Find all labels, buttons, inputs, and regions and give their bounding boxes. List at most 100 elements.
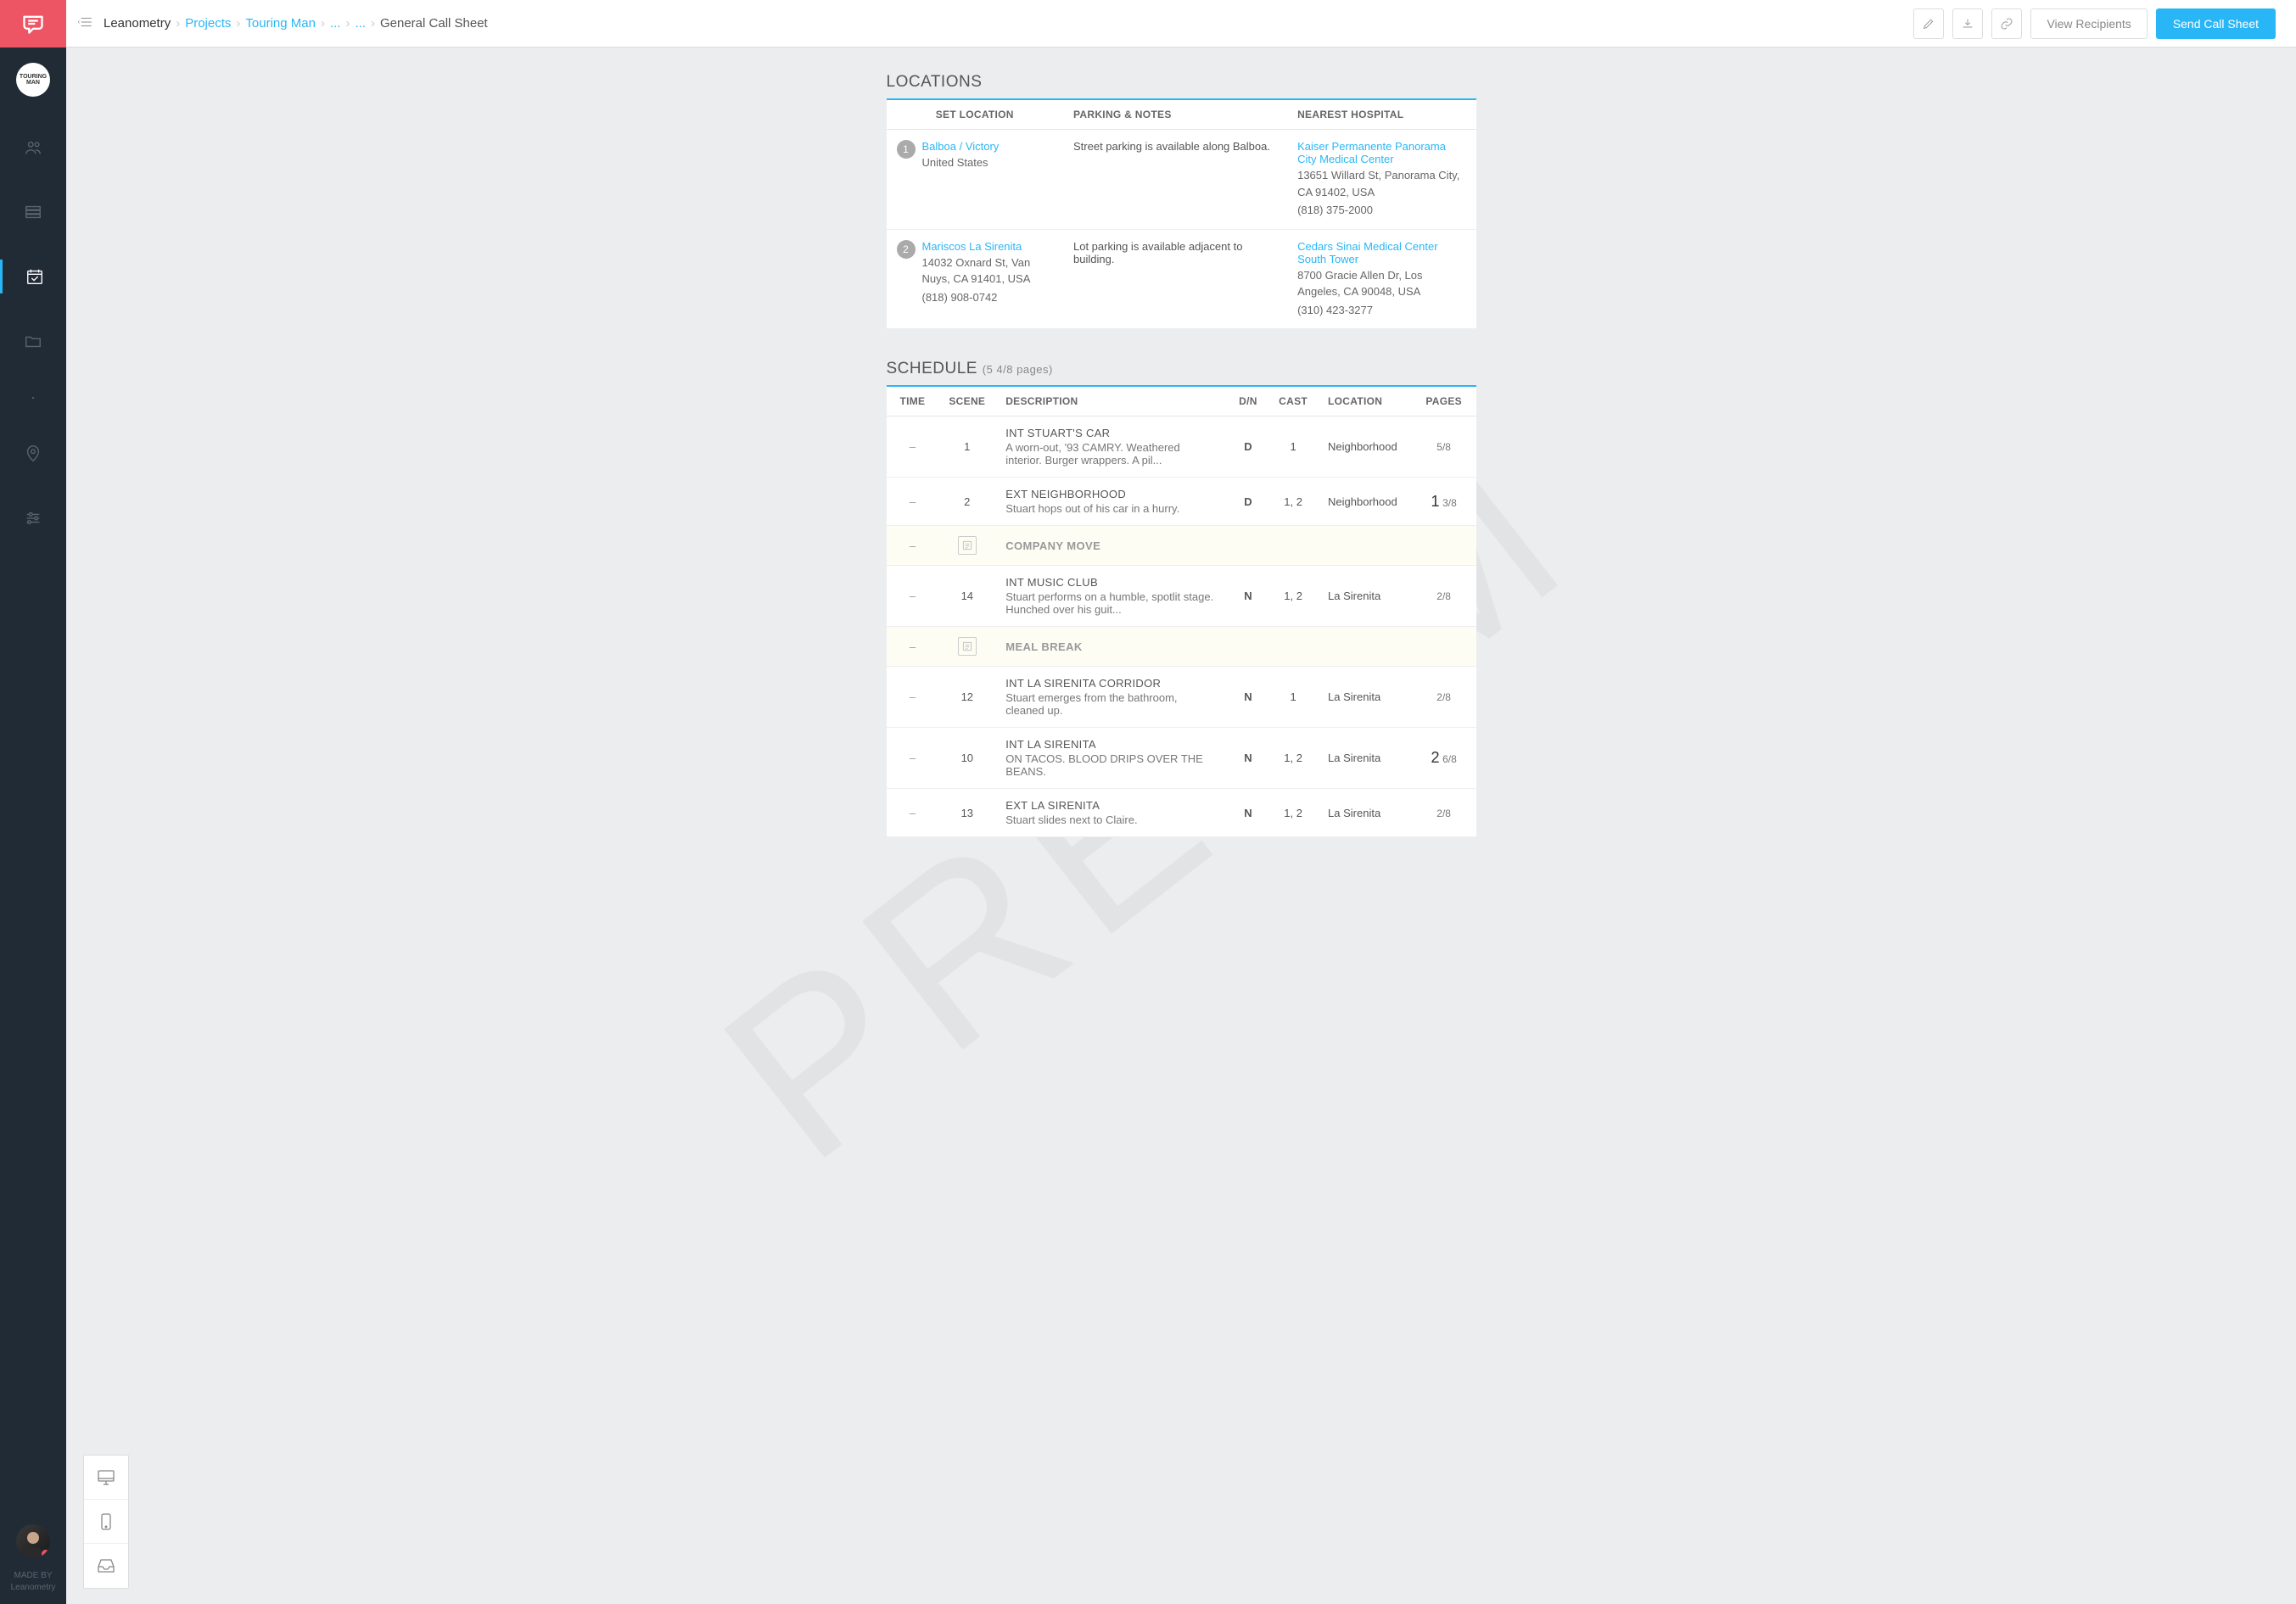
scene-time: – <box>887 667 939 728</box>
col-hospital: NEAREST HOSPITAL <box>1287 99 1476 130</box>
sidebar-item-locations[interactable] <box>0 437 66 471</box>
location-address: United States <box>922 154 1054 171</box>
breadcrumb-project[interactable]: Touring Man <box>245 16 316 31</box>
scene-cast: 1, 2 <box>1268 789 1318 837</box>
send-call-sheet-button[interactable]: Send Call Sheet <box>2156 8 2276 39</box>
breadcrumb-current: General Call Sheet <box>380 16 488 31</box>
breadcrumb-ellipsis[interactable]: ... <box>355 16 366 31</box>
chevron-right-icon: › <box>371 16 375 31</box>
topbar: Leanometry › Projects › Touring Man › ..… <box>66 0 2296 48</box>
scene-dn: D <box>1228 478 1268 526</box>
share-link-button[interactable] <box>1991 8 2022 39</box>
breadcrumb-root: Leanometry <box>104 16 171 31</box>
scene-title: INT LA SIRENITA <box>1005 738 1218 751</box>
edit-button[interactable] <box>1913 8 1944 39</box>
location-row: 2 Mariscos La Sirenita 14032 Oxnard St, … <box>887 229 1476 329</box>
people-icon <box>24 138 42 157</box>
avatar-image <box>16 1524 50 1558</box>
view-recipients-button[interactable]: View Recipients <box>2030 8 2147 39</box>
location-row: 1 Balboa / Victory United States Street … <box>887 130 1476 230</box>
scene-dn: N <box>1228 566 1268 627</box>
user-avatar[interactable] <box>16 1524 50 1558</box>
chevron-right-icon: › <box>321 16 325 31</box>
schedule-table: TIME SCENE DESCRIPTION D/N CAST LOCATION… <box>887 385 1476 837</box>
col-cast: CAST <box>1268 386 1318 416</box>
scene-description: A worn-out, '93 CAMRY. Weathered interio… <box>1005 441 1218 467</box>
sliders-icon <box>24 509 42 528</box>
col-parking: PARKING & NOTES <box>1063 99 1287 130</box>
breadcrumb-projects[interactable]: Projects <box>185 16 231 31</box>
sidebar: TOURING MAN · MADE BY Leanometry <box>0 48 66 1604</box>
view-desktop-button[interactable] <box>84 1456 128 1500</box>
scene-number: 2 <box>938 478 995 526</box>
scene-number: 1 <box>938 416 995 478</box>
sidebar-item-files[interactable] <box>0 324 66 358</box>
schedule-row: – 1 INT STUART'S CAR A worn-out, '93 CAM… <box>887 416 1476 478</box>
sidebar-item-breakdown[interactable] <box>0 195 66 229</box>
location-number-badge: 1 <box>897 140 916 159</box>
break-time: – <box>887 526 939 566</box>
col-set-location: SET LOCATION <box>887 99 1064 130</box>
scene-cast: 1 <box>1268 416 1318 478</box>
sidebar-item-settings[interactable] <box>0 501 66 535</box>
col-description: DESCRIPTION <box>995 386 1228 416</box>
scene-dn: N <box>1228 789 1268 837</box>
sidebar-item-contacts[interactable] <box>0 131 66 165</box>
scene-location: La Sirenita <box>1318 667 1412 728</box>
break-time: – <box>887 627 939 667</box>
scene-location: La Sirenita <box>1318 566 1412 627</box>
scene-cast: 1, 2 <box>1268 728 1318 789</box>
link-icon <box>2000 17 2013 31</box>
scene-pages: 2 6/8 <box>1412 728 1476 789</box>
location-address: 14032 Oxnard St, Van Nuys, CA 91401, USA <box>922 254 1054 288</box>
location-name-link[interactable]: Mariscos La Sirenita <box>922 240 1054 253</box>
view-inbox-button[interactable] <box>84 1544 128 1588</box>
schedule-row: – 12 INT LA SIRENITA CORRIDOR Stuart eme… <box>887 667 1476 728</box>
sidebar-separator: · <box>0 388 66 406</box>
schedule-row: – 14 INT MUSIC CLUB Stuart performs on a… <box>887 566 1476 627</box>
scene-title: EXT LA SIRENITA <box>1005 799 1218 812</box>
pin-icon <box>24 444 42 463</box>
chevron-right-icon: › <box>236 16 240 31</box>
made-by-label: MADE BY Leanometry <box>11 1570 56 1594</box>
scene-number: 10 <box>938 728 995 789</box>
view-mobile-button[interactable] <box>84 1500 128 1544</box>
col-dn: D/N <box>1228 386 1268 416</box>
chevron-right-icon: › <box>176 16 180 31</box>
sidebar-item-calendar[interactable] <box>0 260 66 293</box>
scene-dn: D <box>1228 416 1268 478</box>
scene-location: Neighborhood <box>1318 416 1412 478</box>
scene-time: – <box>887 416 939 478</box>
hospital-name-link[interactable]: Kaiser Permanente Panorama City Medical … <box>1297 140 1465 165</box>
scene-description: Stuart performs on a humble, spotlit sta… <box>1005 590 1218 616</box>
location-parking: Lot parking is available adjacent to bui… <box>1063 229 1287 329</box>
breadcrumb-ellipsis[interactable]: ... <box>330 16 341 31</box>
location-name-link[interactable]: Balboa / Victory <box>922 140 1054 153</box>
scene-title: INT MUSIC CLUB <box>1005 576 1218 589</box>
scene-pages: 5/8 <box>1412 416 1476 478</box>
chevron-right-icon: › <box>345 16 350 31</box>
app-logo[interactable] <box>0 0 66 48</box>
scene-number: 13 <box>938 789 995 837</box>
download-button[interactable] <box>1952 8 1983 39</box>
schedule-row: – 13 EXT LA SIRENITA Stuart slides next … <box>887 789 1476 837</box>
schedule-row: – 2 EXT NEIGHBORHOOD Stuart hops out of … <box>887 478 1476 526</box>
scene-location: La Sirenita <box>1318 728 1412 789</box>
location-parking: Street parking is available along Balboa… <box>1063 130 1287 230</box>
locations-table: SET LOCATION PARKING & NOTES NEAREST HOS… <box>887 98 1476 329</box>
calendar-check-icon <box>25 267 44 286</box>
project-avatar[interactable]: TOURING MAN <box>16 63 50 97</box>
break-icon-cell <box>938 627 995 667</box>
schedule-header: SCHEDULE (5 4/8 pages) <box>887 360 1476 378</box>
hospital-phone: (310) 423-3277 <box>1297 302 1465 319</box>
view-mode-switcher <box>83 1455 129 1589</box>
schedule-break-row: – COMPANY MOVE <box>887 526 1476 566</box>
scene-description: ON TACOS. BLOOD DRIPS OVER THE BEANS. <box>1005 752 1218 778</box>
hospital-address: 8700 Gracie Allen Dr, Los Angeles, CA 90… <box>1297 267 1465 300</box>
menu-collapse-icon[interactable] <box>78 14 93 32</box>
hospital-name-link[interactable]: Cedars Sinai Medical Center South Tower <box>1297 240 1465 265</box>
hospital-phone: (818) 375-2000 <box>1297 202 1465 219</box>
note-icon <box>958 536 977 555</box>
schedule-break-row: – MEAL BREAK <box>887 627 1476 667</box>
scene-cast: 1, 2 <box>1268 566 1318 627</box>
